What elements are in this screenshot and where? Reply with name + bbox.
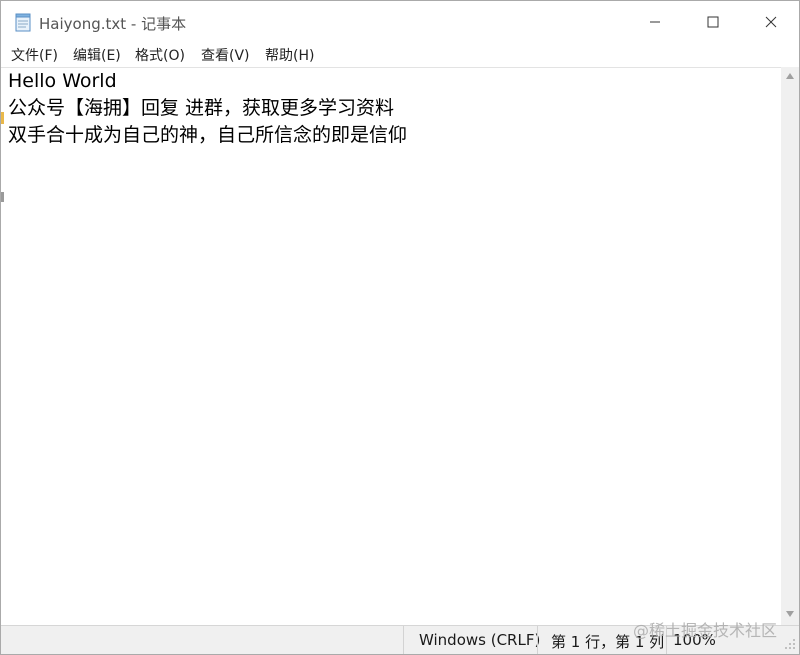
notepad-icon bbox=[15, 13, 31, 32]
text-line: Hello World bbox=[8, 70, 117, 92]
status-divider bbox=[537, 626, 538, 654]
scroll-up-button[interactable] bbox=[781, 67, 799, 85]
maximize-button[interactable] bbox=[684, 1, 742, 43]
chevron-down-icon bbox=[786, 611, 794, 617]
edge-marker bbox=[1, 192, 4, 202]
menu-edit[interactable]: 编辑(E) bbox=[71, 45, 123, 65]
menu-format[interactable]: 格式(O) bbox=[133, 45, 187, 65]
minimize-icon bbox=[650, 21, 660, 23]
menu-help[interactable]: 帮助(H) bbox=[263, 45, 316, 65]
close-button[interactable] bbox=[742, 1, 799, 43]
text-line: 双手合十成为自己的神，自己所信念的即是信仰 bbox=[8, 124, 408, 146]
minimize-button[interactable] bbox=[626, 1, 684, 43]
watermark: @稀土掘金技术社区 bbox=[633, 621, 778, 640]
line-ending-status: Windows (CRLF) bbox=[419, 631, 541, 649]
text-line: 公众号【海拥】回复 进群，获取更多学习资料 bbox=[8, 97, 395, 119]
menu-bar: 文件(F) 编辑(E) 格式(O) 查看(V) 帮助(H) bbox=[1, 43, 799, 67]
text-editor[interactable]: Hello World 公众号【海拥】回复 进群，获取更多学习资料 双手合十成为… bbox=[1, 67, 781, 626]
window-title: Haiyong.txt - 记事本 bbox=[39, 15, 187, 33]
menu-view[interactable]: 查看(V) bbox=[199, 45, 252, 65]
status-divider bbox=[403, 626, 404, 654]
scroll-down-button[interactable] bbox=[781, 605, 799, 623]
resize-grip-icon[interactable] bbox=[783, 637, 797, 651]
vertical-scrollbar[interactable] bbox=[781, 67, 799, 625]
edge-marker bbox=[1, 112, 4, 124]
menu-file[interactable]: 文件(F) bbox=[9, 45, 60, 65]
title-bar[interactable]: Haiyong.txt - 记事本 bbox=[1, 1, 799, 43]
maximize-icon bbox=[707, 16, 719, 28]
notepad-window: Haiyong.txt - 记事本 文件(F) 编辑(E) 格式(O) 查看(V… bbox=[0, 0, 800, 655]
chevron-up-icon bbox=[786, 73, 794, 79]
close-icon bbox=[765, 16, 777, 28]
